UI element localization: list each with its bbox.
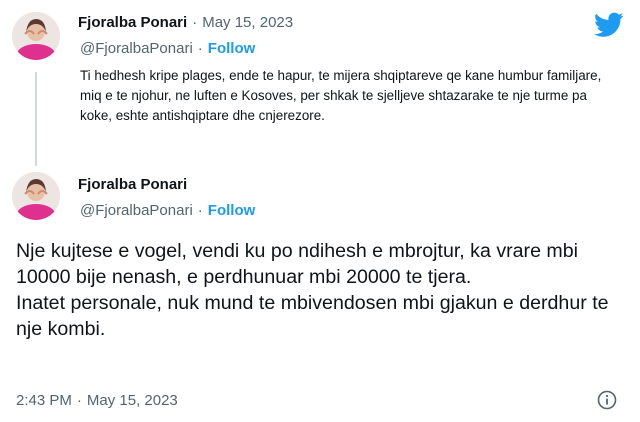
author-handle-row: @FjoralbaPonari · Follow <box>80 202 255 219</box>
avatar[interactable] <box>12 172 60 220</box>
tweet-date: May 15, 2023 <box>86 392 178 409</box>
follow-button[interactable]: Follow <box>208 202 256 219</box>
author-name-text: Fjoralba Ponari <box>78 14 188 31</box>
tweet-paragraph: Inatet personale, nuk mund te mbivendose… <box>16 292 609 340</box>
separator: · <box>197 202 203 219</box>
avatar-image <box>12 172 60 220</box>
separator: · <box>197 40 203 57</box>
twitter-bird-icon[interactable] <box>594 12 624 38</box>
separator: · <box>192 14 198 31</box>
avatar[interactable] <box>12 12 60 60</box>
author-handle[interactable]: @FjoralbaPonari <box>80 202 193 219</box>
tweet-paragraph: Nje kujtese e vogel, vendi ku po ndihesh… <box>16 240 578 288</box>
author-name[interactable]: Fjoralba Ponari <box>78 176 187 193</box>
thread-line <box>35 72 37 166</box>
author-handle-row: @FjoralbaPonari · Follow <box>80 40 255 57</box>
author-handle[interactable]: @FjoralbaPonari <box>80 40 193 57</box>
info-icon[interactable] <box>597 390 617 410</box>
tweet-date[interactable]: May 15, 2023 <box>202 14 293 31</box>
follow-button[interactable]: Follow <box>208 40 256 57</box>
author-name[interactable]: Fjoralba Ponari · May 15, 2023 <box>78 14 293 31</box>
tweet-timestamp[interactable]: 2:43 PM · May 15, 2023 <box>16 392 178 409</box>
separator: · <box>76 392 82 409</box>
avatar-image <box>12 12 60 60</box>
tweet-time: 2:43 PM <box>16 392 72 409</box>
tweet-text: Ti hedhesh kripe plages, ende te hapur, … <box>80 68 602 123</box>
tweet-text: Nje kujtese e vogel, vendi ku po ndihesh… <box>16 238 628 342</box>
